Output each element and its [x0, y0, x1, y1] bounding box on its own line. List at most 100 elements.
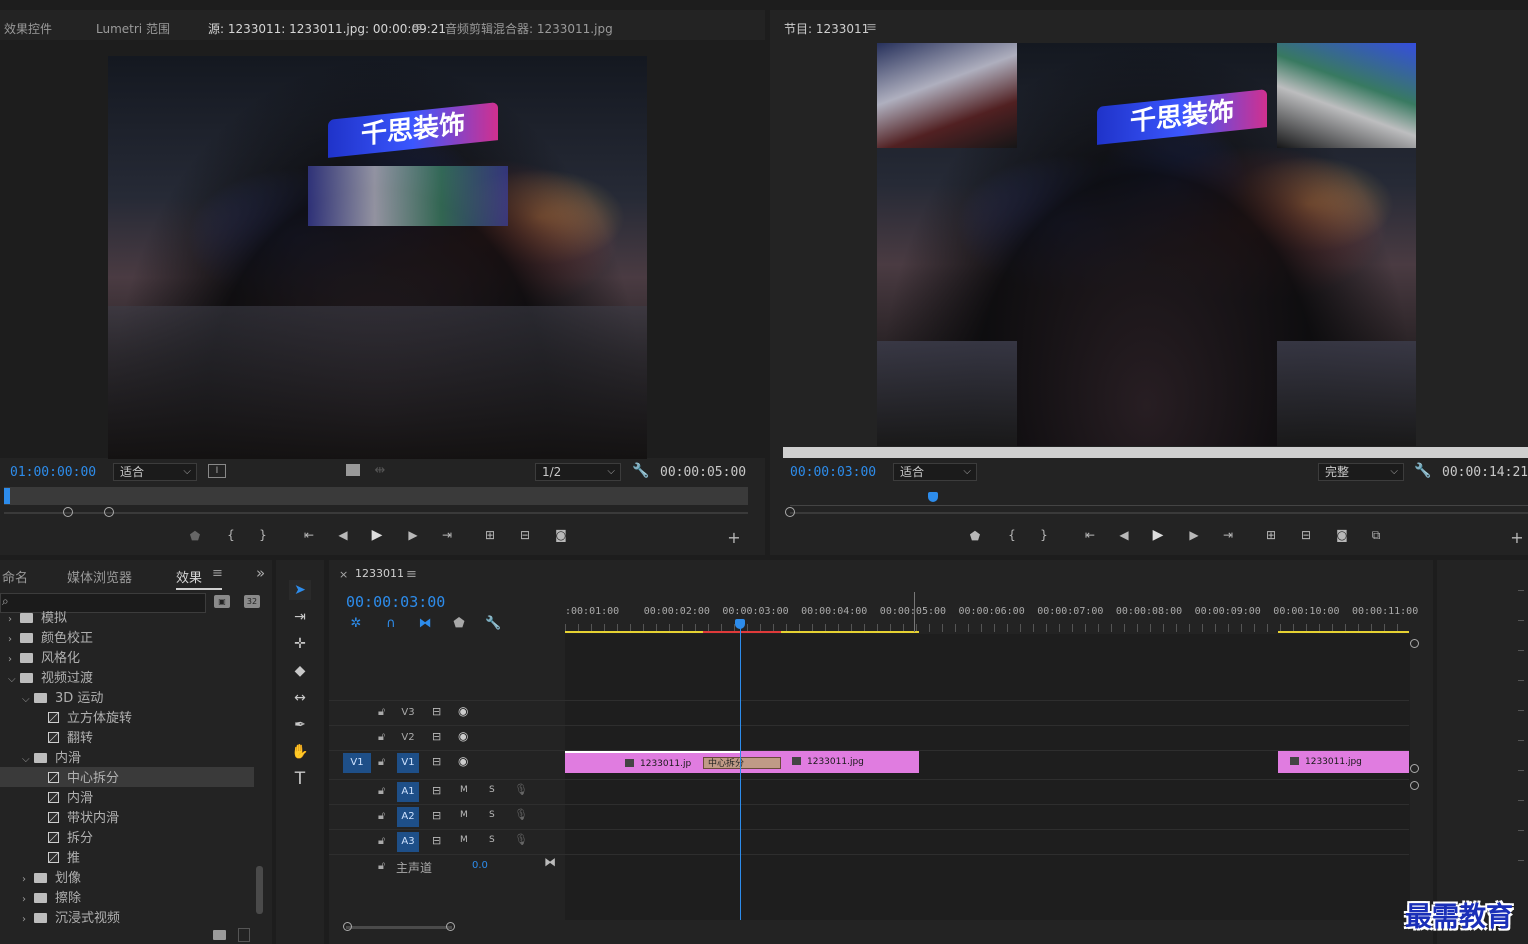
lock-icon[interactable]: 🔓︎: [378, 834, 385, 848]
tab-effect-controls[interactable]: 效果控件: [4, 20, 52, 37]
track-target-a2[interactable]: A2: [397, 807, 419, 827]
mute-button[interactable]: M: [460, 810, 468, 820]
step-forward-icon[interactable]: ▶: [1185, 528, 1203, 542]
program-scrub-ticks[interactable]: [790, 497, 1528, 506]
source-zoom-handle-left[interactable]: [63, 507, 73, 517]
eye-icon[interactable]: ◉: [458, 704, 468, 718]
effect-item[interactable]: 推: [0, 847, 254, 867]
microphone-icon[interactable]: 🎙︎: [514, 808, 528, 821]
mark-out-icon[interactable]: }: [254, 528, 272, 542]
mute-button[interactable]: M: [460, 835, 468, 845]
insert-clip-icon[interactable]: [346, 464, 360, 476]
track-target-a3[interactable]: A3: [397, 832, 419, 852]
snap-magnet-icon[interactable]: ∩: [383, 616, 399, 632]
lock-icon[interactable]: 🔓︎: [378, 784, 385, 798]
effect-item[interactable]: 立方体旋转: [0, 707, 254, 727]
go-to-in-icon[interactable]: ⇤: [300, 528, 318, 542]
lock-icon[interactable]: 🔓︎: [378, 859, 385, 873]
master-volume-value[interactable]: 0.0: [472, 860, 488, 871]
timeline-sequence-tab[interactable]: 1233011: [355, 567, 404, 580]
effects-search-box[interactable]: ⌕: [0, 593, 206, 613]
effects-folder[interactable]: › 划像: [0, 867, 254, 887]
tab-source[interactable]: 源: 1233011: 1233011.jpg: 00:00:09:21: [208, 20, 447, 42]
effects-folder[interactable]: ⌵ 3D 运动: [0, 687, 254, 707]
play-icon[interactable]: ▶: [1149, 527, 1167, 543]
effects-folder[interactable]: › 模拟: [0, 611, 254, 627]
effects-folder[interactable]: › 沉浸式视频: [0, 907, 254, 927]
source-zoom-bar[interactable]: [4, 512, 748, 514]
tab-project[interactable]: 命名: [2, 567, 28, 586]
nest-icon[interactable]: ✲: [348, 616, 364, 632]
chevron-right-icon[interactable]: ›: [22, 894, 34, 905]
program-fit-dropdown[interactable]: 适合 ⌵: [893, 463, 977, 481]
chevron-right-icon[interactable]: ›: [8, 654, 20, 665]
chevron-right-icon[interactable]: ›: [22, 874, 34, 885]
track-select-tool-icon[interactable]: ⇥: [289, 607, 311, 627]
button-editor-plus-icon[interactable]: +: [725, 528, 743, 547]
accelerated-effects-icon[interactable]: ▣: [214, 595, 230, 608]
tab-lumetri-scopes[interactable]: Lumetri 范围: [96, 20, 170, 37]
effects-folder[interactable]: ⌵ 内滑: [0, 747, 254, 767]
step-forward-icon[interactable]: ▶: [404, 528, 422, 542]
source-scrub-bar[interactable]: [4, 487, 748, 505]
slip-tool-icon[interactable]: ↔: [289, 688, 311, 708]
effects-scrollbar[interactable]: [256, 866, 263, 914]
tab-audio-clip-mixer[interactable]: 音频剪辑混合器: 1233011.jpg: [445, 20, 613, 37]
effect-item[interactable]: 拆分: [0, 827, 254, 847]
timeline-playhead-line[interactable]: [740, 628, 741, 920]
video-track-v3[interactable]: [329, 700, 1409, 726]
effects-tab-menu[interactable]: ≡: [212, 566, 223, 581]
overwrite-icon[interactable]: ⊟: [516, 528, 534, 542]
type-tool-icon[interactable]: T: [289, 769, 311, 789]
step-back-icon[interactable]: ◀: [1115, 528, 1133, 542]
razor-tool-icon[interactable]: ◆: [289, 661, 311, 681]
tab-media-browser[interactable]: 媒体浏览器: [67, 567, 132, 586]
program-zoom-handle-left[interactable]: [785, 507, 795, 517]
track-target-v2[interactable]: V2: [397, 728, 419, 748]
sync-lock-icon[interactable]: ⊟: [432, 705, 441, 718]
lock-icon[interactable]: 🔓︎: [378, 705, 385, 719]
sync-lock-icon[interactable]: ⊟: [432, 784, 441, 797]
go-to-out-icon[interactable]: ⇥: [438, 528, 456, 542]
effects-folder[interactable]: › 颜色校正: [0, 627, 254, 647]
safe-margins-icon[interactable]: I: [208, 464, 226, 478]
microphone-icon[interactable]: 🎙︎: [514, 833, 528, 846]
effects-search-input[interactable]: [15, 595, 205, 611]
lift-icon[interactable]: ⊞: [1262, 528, 1280, 542]
lock-icon[interactable]: 🔓︎: [378, 730, 385, 744]
track-target-a1[interactable]: A1: [397, 782, 419, 802]
add-marker-icon[interactable]: ⬟: [451, 616, 467, 632]
eye-icon[interactable]: ◉: [458, 729, 468, 743]
transition-center-split[interactable]: 中心拆分: [703, 757, 781, 769]
timeline-close-icon[interactable]: ×: [339, 568, 348, 581]
go-to-end-icon[interactable]: ⧓: [544, 855, 556, 869]
timeline-h-scroll-left-handle[interactable]: [343, 922, 352, 931]
sync-lock-icon[interactable]: ⊟: [432, 730, 441, 743]
settings-wrench-icon[interactable]: 🔧: [632, 463, 649, 479]
linked-selection-icon[interactable]: ⧓: [417, 616, 433, 632]
play-icon[interactable]: ▶: [368, 527, 386, 543]
master-track[interactable]: [329, 854, 1409, 880]
lock-icon[interactable]: 🔓︎: [378, 755, 385, 769]
effect-item[interactable]: 带状内滑: [0, 807, 254, 827]
clip[interactable]: 1233011.jpg: [1278, 751, 1409, 773]
video-track-v2[interactable]: [329, 725, 1409, 751]
sync-lock-icon[interactable]: ⊟: [432, 834, 441, 847]
mark-out-icon[interactable]: }: [1035, 528, 1053, 542]
go-to-in-icon[interactable]: ⇤: [1081, 528, 1099, 542]
export-frame-camera-icon[interactable]: ◙: [552, 528, 570, 542]
lock-icon[interactable]: 🔓︎: [378, 809, 385, 823]
step-back-icon[interactable]: ◀: [334, 528, 352, 542]
program-zoom-bar[interactable]: [790, 512, 1528, 514]
chevron-down-icon[interactable]: ⌵: [22, 694, 34, 705]
go-to-out-icon[interactable]: ⇥: [1219, 528, 1237, 542]
sync-lock-icon[interactable]: ⊟: [432, 809, 441, 822]
timeline-h-scroll-right-handle[interactable]: [446, 922, 455, 931]
hand-tool-icon[interactable]: ✋: [289, 742, 311, 762]
delete-icon[interactable]: [238, 928, 250, 942]
track-target-v1[interactable]: V1: [397, 753, 419, 773]
timeline-settings-wrench-icon[interactable]: 🔧: [485, 616, 501, 632]
insert-icon[interactable]: ⊞: [481, 528, 499, 542]
compare-view-icon[interactable]: ⧉: [1367, 528, 1385, 543]
chevron-right-icon[interactable]: ›: [8, 634, 20, 645]
